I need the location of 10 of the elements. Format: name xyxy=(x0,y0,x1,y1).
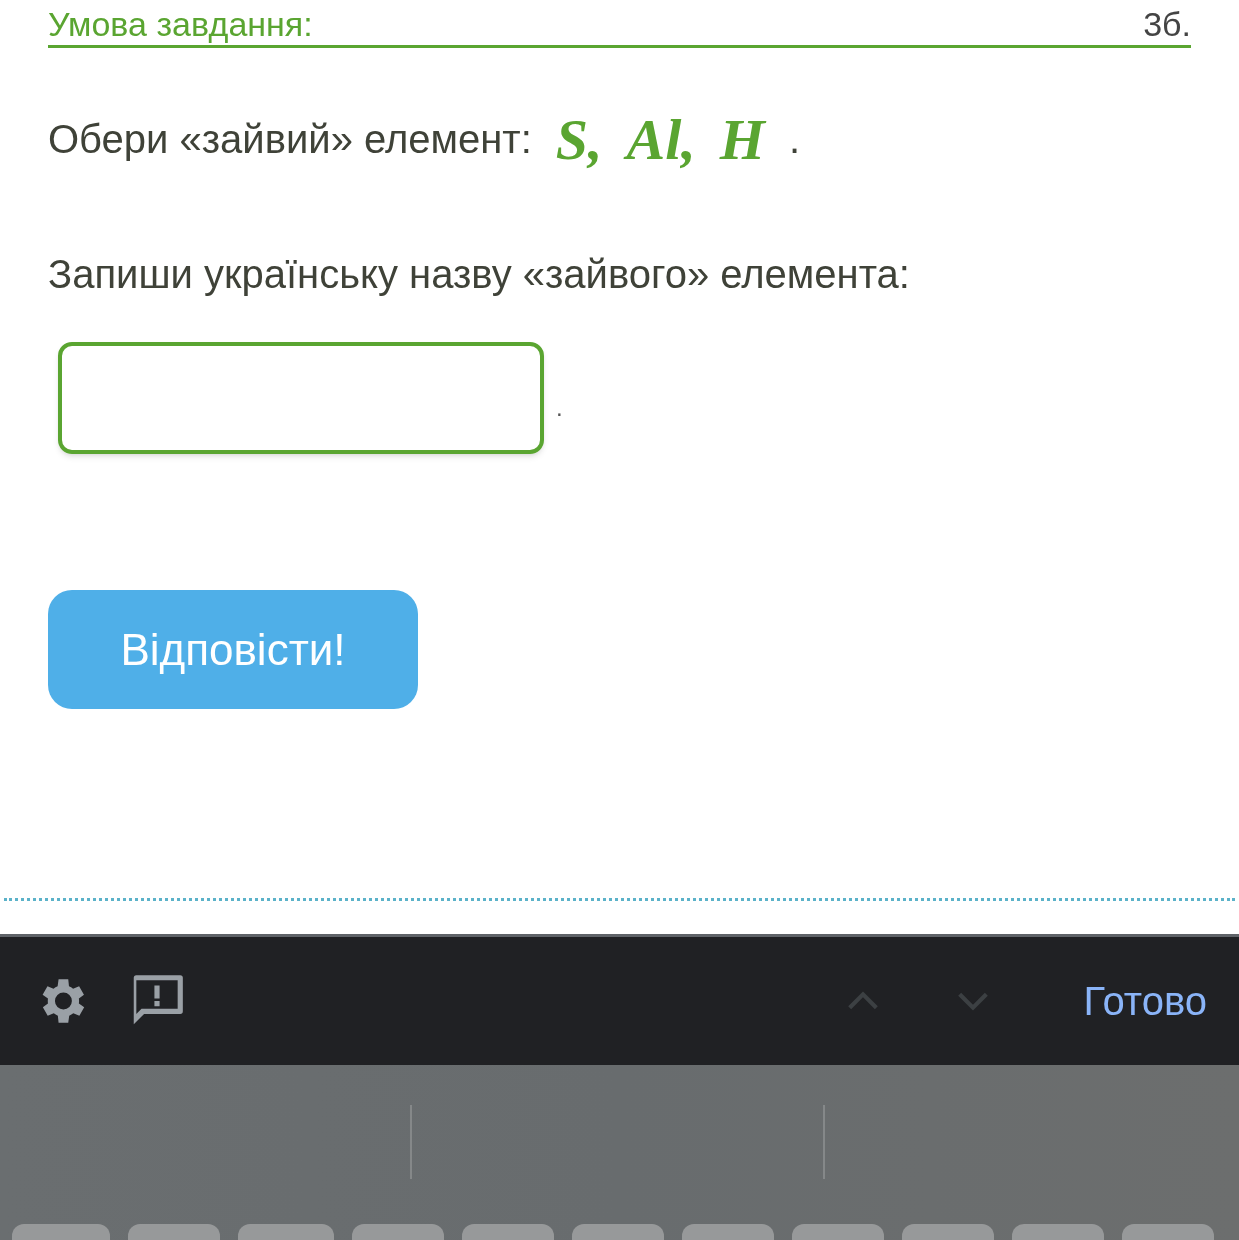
instruction-text: Запиши українську назву «зайвого» елемента: xyxy=(48,251,911,298)
answer-field[interactable] xyxy=(58,342,544,454)
done-button[interactable]: Готово xyxy=(1083,971,1207,1031)
period-text: . xyxy=(556,393,563,423)
element-symbol: S, xyxy=(555,105,603,174)
element-symbol: H xyxy=(719,105,765,174)
section-title: Умова завдання: xyxy=(48,7,313,41)
period-text: . xyxy=(789,116,801,163)
points-label: 3б. xyxy=(1143,7,1191,41)
question-text: Обери «зайвий» елемент: xyxy=(48,116,532,163)
